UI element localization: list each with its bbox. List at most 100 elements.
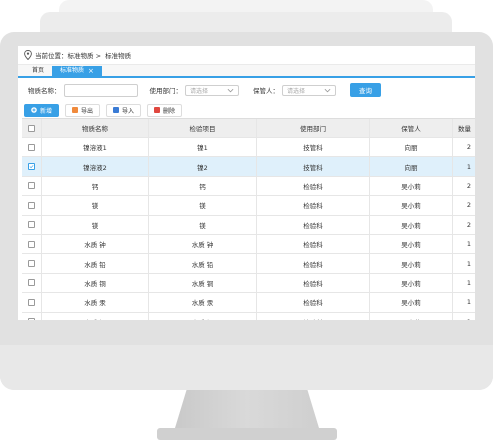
- cell-item: 镍2: [149, 157, 257, 176]
- cell-item: 水质 铜: [149, 273, 257, 293]
- cell-item: 水质 钟: [149, 234, 257, 254]
- cell-checkbox: [22, 157, 42, 176]
- cell-dept: 检验科: [257, 215, 370, 234]
- materials-table: 物质名称 检验项目 使用部门 保管人 数量 镍溶液1 镍1 技管科 向丽 2 镍溶液2 镍2…: [22, 118, 475, 320]
- cell-checkbox: [22, 254, 42, 273]
- cell-name: 钙: [42, 176, 149, 196]
- cell-item: 钙: [149, 176, 257, 196]
- cell-dept: 检验科: [257, 312, 370, 320]
- table-row[interactable]: 镁镁检验科 吴小莉 2: [22, 196, 475, 216]
- table-row[interactable]: 水质 钟水质 钟检验科 吴小莉 1: [22, 234, 475, 255]
- row-checkbox[interactable]: [28, 298, 35, 306]
- cell-qty: 1: [466, 298, 471, 307]
- export-button[interactable]: 导出: [65, 103, 101, 117]
- cell-name: 水质 铜: [42, 273, 149, 293]
- row-checkbox[interactable]: [28, 279, 35, 287]
- add-button[interactable]: 新增: [24, 103, 60, 117]
- location-bar: 当前位置： 标准物质 > 标准物质: [18, 46, 475, 65]
- cell-qty: 1: [466, 162, 471, 171]
- row-checkbox[interactable]: [28, 182, 35, 190]
- row-checkbox[interactable]: [28, 260, 35, 268]
- cell-item: 镍1: [149, 138, 257, 157]
- cell-checkbox: [22, 176, 42, 196]
- column-header-name[interactable]: 物质名称: [42, 119, 149, 137]
- export-icon: [72, 107, 79, 113]
- cell-qty: 1: [466, 259, 471, 268]
- close-icon[interactable]: ×: [88, 66, 94, 76]
- dept-filter-select[interactable]: 请选择: [185, 84, 239, 96]
- app-screen: 当前位置： 标准物质 > 标准物质 首页 标准物质 × 物质名称： 使用部门： …: [18, 46, 475, 320]
- search-button[interactable]: 查询: [350, 83, 381, 97]
- add-button-label: 新增: [40, 107, 53, 115]
- cell-item: 水质 汞: [149, 293, 257, 312]
- column-header-keeper[interactable]: 保管人: [370, 119, 453, 137]
- cell-dept: 检验科: [257, 273, 370, 293]
- cell-keeper: 吴小莉: [370, 234, 453, 254]
- cell-name: 镁: [42, 196, 149, 215]
- dept-filter-placeholder: 请选择: [190, 87, 209, 95]
- tab-home[interactable]: 首页: [24, 66, 52, 76]
- table-row[interactable]: 镍溶液2 镍2 技管科 向丽 1: [22, 157, 475, 177]
- cell-keeper: 吴小莉: [370, 312, 453, 320]
- table-row[interactable]: 水质 汞水质 汞检验科 吴小莉 1: [22, 293, 475, 313]
- cell-checkbox: [22, 293, 42, 312]
- cell-keeper: 吴小莉: [370, 215, 453, 234]
- row-checkbox[interactable]: [28, 201, 35, 209]
- cell-item: 镁: [149, 196, 257, 215]
- cell-keeper: 吴小莉: [370, 293, 453, 312]
- cell-name: 水质 汞: [42, 293, 149, 312]
- monitor-chin: [0, 345, 493, 390]
- cell-keeper: 吴小莉: [370, 273, 453, 293]
- name-filter-input[interactable]: [63, 83, 138, 97]
- trash-icon: [154, 107, 161, 113]
- location-label: 当前位置：: [35, 52, 68, 60]
- cell-keeper: 向丽: [370, 157, 453, 176]
- column-header-item[interactable]: 检验项目: [149, 119, 257, 137]
- row-checkbox[interactable]: [28, 221, 35, 229]
- cell-qty: 2: [466, 181, 471, 190]
- delete-button-label: 删除: [163, 107, 176, 115]
- table-header: 物质名称 检验项目 使用部门 保管人 数量: [22, 119, 475, 138]
- keeper-filter-select[interactable]: 请选择: [282, 84, 336, 96]
- row-checkbox[interactable]: [28, 240, 35, 248]
- cell-name: 水质 钟: [42, 234, 149, 254]
- cell-name: 镍溶液2: [42, 157, 149, 176]
- cell-checkbox: [22, 312, 42, 320]
- cell-dept: 检验科: [257, 293, 370, 312]
- table-row[interactable]: 钙钙检验科 吴小莉 2: [22, 176, 475, 197]
- breadcrumb[interactable]: 标准物质 > 标准物质: [68, 50, 132, 60]
- column-header-qty[interactable]: 数量: [453, 119, 475, 137]
- select-all-checkbox[interactable]: [28, 124, 35, 132]
- cell-qty: 1: [466, 240, 471, 249]
- cell-checkbox: [22, 234, 42, 254]
- table-row[interactable]: 水质 钙水质 钙检验科吴小莉1: [22, 312, 475, 320]
- import-button[interactable]: 导入: [106, 103, 142, 117]
- row-checkbox[interactable]: [28, 163, 35, 171]
- cell-keeper: 吴小莉: [370, 254, 453, 273]
- cell-name: 镍溶液1: [42, 138, 149, 157]
- cell-name: 镁: [42, 215, 149, 234]
- row-checkbox[interactable]: [28, 318, 35, 320]
- cell-qty: 2: [466, 201, 471, 210]
- row-checkbox[interactable]: [28, 143, 35, 151]
- action-toolbar: 新增 导出 导入 删除: [18, 102, 475, 118]
- table-row[interactable]: 水质 铜水质 铜检验科 吴小莉 1: [22, 273, 475, 294]
- cell-checkbox: [22, 138, 42, 157]
- tab-standard-materials[interactable]: 标准物质 ×: [52, 66, 102, 76]
- cell-dept: 检验科: [257, 234, 370, 254]
- table-row[interactable]: 镁镁检验科 吴小莉 2: [22, 215, 475, 235]
- cell-dept: 检验科: [257, 254, 370, 273]
- chevron-down-icon: [227, 88, 234, 92]
- table-row[interactable]: 镍溶液1 镍1 技管科 向丽 2: [22, 138, 475, 158]
- cell-dept: 检验科: [257, 176, 370, 196]
- table-row[interactable]: 水质 铅水质 铅检验科 吴小莉 1: [22, 254, 475, 274]
- column-header-dept[interactable]: 使用部门: [257, 119, 370, 137]
- cell-item: 水质 钙: [149, 312, 257, 320]
- cell-qty: 2: [466, 220, 471, 229]
- location-pin-icon: [24, 50, 32, 60]
- cell-keeper: 吴小莉: [370, 176, 453, 196]
- cell-qty: 1: [466, 278, 471, 287]
- delete-button[interactable]: 删除: [147, 103, 183, 117]
- tab-home-label: 首页: [32, 67, 45, 74]
- monitor-stand-neck: [175, 390, 319, 428]
